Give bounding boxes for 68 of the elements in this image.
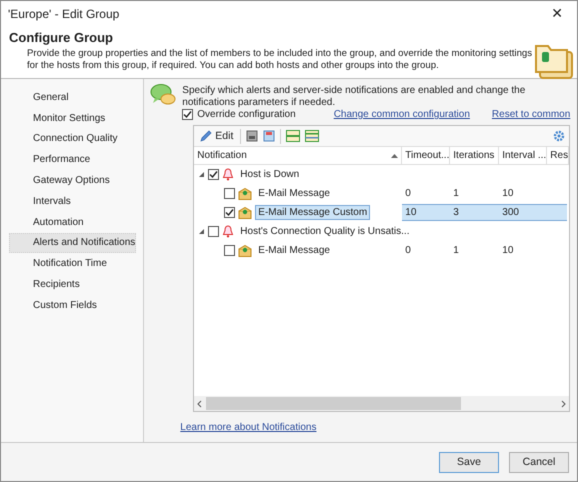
sidebar-item[interactable]: Automation xyxy=(9,212,136,233)
reset-link[interactable]: Reset to common xyxy=(492,109,570,120)
sidebar-item[interactable]: General xyxy=(9,87,136,108)
envelope-icon xyxy=(238,206,252,218)
override-label: Override configuration xyxy=(197,109,297,120)
table-cell-text: 10 xyxy=(501,244,514,258)
chat-bubbles-icon xyxy=(150,83,176,107)
expand-all-icon[interactable] xyxy=(286,130,300,142)
learn-more-link[interactable]: Learn more about Notifications xyxy=(180,422,316,433)
column-header[interactable]: Iterations xyxy=(450,147,500,164)
column-header[interactable]: Interval ... xyxy=(499,147,548,164)
table-cell: 300 xyxy=(499,204,548,221)
sidebar-item[interactable]: Recipients xyxy=(9,274,136,295)
table-cell-text: 0 xyxy=(404,187,412,201)
page-title: Configure Group xyxy=(9,30,114,45)
sidebar-item[interactable]: Gateway Options xyxy=(9,170,136,191)
checkbox[interactable] xyxy=(208,169,220,180)
checkbox[interactable] xyxy=(224,207,236,218)
table-cell: 10 xyxy=(402,204,450,221)
settings-icon[interactable] xyxy=(553,130,566,142)
edit-button[interactable]: Edit xyxy=(198,130,236,142)
disable-icon[interactable] xyxy=(246,130,258,142)
sidebar-item[interactable]: Connection Quality xyxy=(9,128,136,150)
notification-name[interactable]: E-Mail Message xyxy=(255,186,333,201)
sidebar-item[interactable]: Intervals xyxy=(9,190,136,212)
collapse-all-icon[interactable] xyxy=(305,130,320,142)
folder-icon xyxy=(534,42,574,82)
column-header[interactable]: Timeout... xyxy=(402,147,450,164)
column-header[interactable]: Res xyxy=(547,147,570,164)
sidebar-item[interactable]: Custom Fields xyxy=(9,294,136,316)
expanded-arrow-icon[interactable] xyxy=(198,171,206,178)
envelope-icon xyxy=(238,188,252,200)
pencil-icon xyxy=(200,130,212,142)
checkbox[interactable] xyxy=(208,226,220,237)
sidebar-item[interactable]: Alerts and Notifications xyxy=(9,232,136,254)
enable-icon[interactable] xyxy=(263,130,276,142)
intro-text: Specify which alerts and server-side notifications are enabled and change the notifications parameters if needed. xyxy=(182,84,526,109)
override-checkbox[interactable] xyxy=(182,109,194,120)
table-cell-text: 1 xyxy=(452,187,460,201)
notification-name[interactable]: E-Mail Message Custom xyxy=(255,205,370,220)
expanded-arrow-icon[interactable] xyxy=(198,228,206,235)
notification-name[interactable]: Host's Connection Quality is Unsatis... xyxy=(237,224,412,239)
sort-arrow-icon xyxy=(391,154,398,158)
save-button[interactable]: Save xyxy=(439,452,499,472)
notification-name[interactable]: Host is Down xyxy=(237,167,302,182)
table-cell-text: 1 xyxy=(452,244,460,258)
page-description: Provide the group properties and the list of members to be included into the group, and override the monitoring settings for the hosts from this group, if required. You can add both hosts and other groups into the group. xyxy=(26,48,534,72)
window-title: 'Europe' - Edit Group xyxy=(8,7,120,21)
horizontal-scrollbar[interactable] xyxy=(194,396,570,411)
sidebar-item[interactable]: Performance xyxy=(9,149,136,170)
sidebar-item[interactable]: Notification Time xyxy=(9,253,136,274)
close-button[interactable]: ✕ xyxy=(547,6,567,22)
notification-name[interactable]: E-Mail Message xyxy=(255,243,333,258)
table-cell xyxy=(547,204,568,221)
scroll-right-icon[interactable] xyxy=(559,400,568,408)
cancel-button[interactable]: Cancel xyxy=(509,452,569,472)
scroll-left-icon[interactable] xyxy=(196,400,204,408)
checkbox[interactable] xyxy=(224,188,236,199)
envelope-icon xyxy=(238,244,252,256)
bell-icon xyxy=(222,225,234,238)
sidebar-item[interactable]: Monitor Settings xyxy=(9,108,136,129)
table-cell-text: 0 xyxy=(404,244,412,258)
table-cell: 3 xyxy=(450,204,500,221)
table-cell-text: 10 xyxy=(501,187,514,201)
checkbox[interactable] xyxy=(224,245,236,256)
bell-icon xyxy=(222,168,234,181)
column-header[interactable]: Notification xyxy=(194,147,402,164)
change-config-link[interactable]: Change common configuration xyxy=(334,109,470,120)
